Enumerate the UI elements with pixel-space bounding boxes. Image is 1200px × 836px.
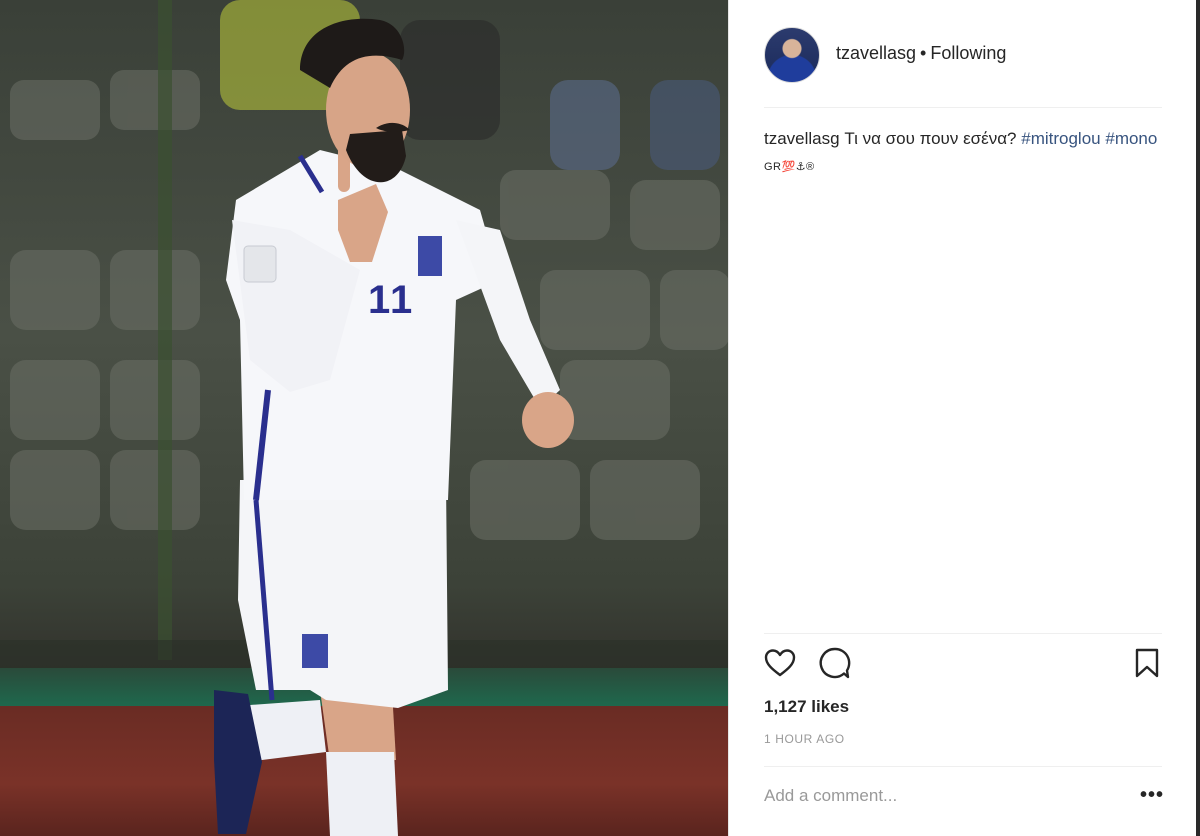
post-timestamp[interactable]: 1 HOUR AGO xyxy=(764,732,845,746)
action-bar xyxy=(729,645,1197,685)
player-figure xyxy=(214,18,574,836)
window-edge xyxy=(1196,0,1200,836)
post-header: tzavellasg • Following xyxy=(729,0,1197,108)
bookmark-icon[interactable] xyxy=(1129,645,1165,681)
follow-status-button[interactable]: Following xyxy=(930,43,1006,63)
speech-bubble-icon[interactable] xyxy=(817,645,853,681)
comment-input[interactable] xyxy=(764,778,1124,814)
separator-dot: • xyxy=(920,43,927,63)
more-options-button[interactable]: ••• xyxy=(1140,784,1164,807)
caption-username[interactable]: tzavellasg xyxy=(764,129,840,148)
header-text: tzavellasg • Following xyxy=(836,43,1006,64)
likes-count[interactable]: 1,127 likes xyxy=(764,697,849,717)
header-divider xyxy=(764,107,1162,108)
jersey-number: 11 xyxy=(368,278,415,322)
comment-row: ••• xyxy=(764,778,1164,818)
header-username[interactable]: tzavellasg xyxy=(836,43,916,63)
comment-divider xyxy=(764,766,1162,767)
heart-icon[interactable] xyxy=(762,645,798,681)
post-caption: tzavellasg Τι να σου πουν εσένα? #mitrog… xyxy=(764,126,1164,180)
avatar[interactable] xyxy=(764,27,820,83)
post-photo[interactable]: 11 xyxy=(0,0,728,836)
hashtag-link[interactable]: #mono xyxy=(1105,129,1157,148)
post-panel: tzavellasg • Following tzavellasg Τι να σο… xyxy=(728,0,1196,836)
caption-text: Τι να σου πουν εσένα? xyxy=(844,129,1017,148)
caption-emoji-text: GR💯⚓® xyxy=(764,161,815,173)
hashtag-link[interactable]: #mitroglou xyxy=(1021,129,1100,148)
actions-divider xyxy=(764,633,1162,634)
